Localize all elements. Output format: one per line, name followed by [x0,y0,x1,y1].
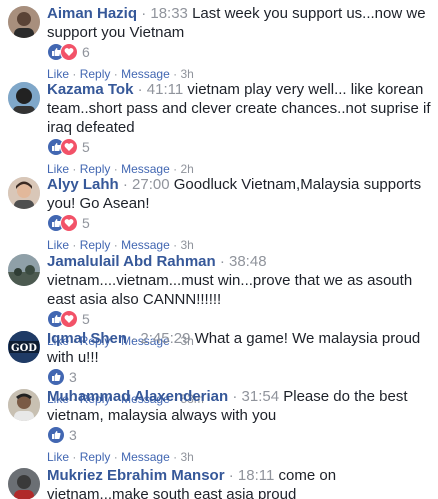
reactions[interactable]: 5 [47,213,432,233]
comment-time[interactable]: · 31:54 [232,388,279,405]
like-link[interactable]: Like [47,450,69,464]
reaction-count[interactable]: 5 [82,311,90,327]
comment-author[interactable]: Jamalulail Abd Rahman [47,253,216,270]
avatar[interactable] [8,389,40,421]
message-link[interactable]: Message [121,162,170,176]
comment-author[interactable]: Alyy Lahh [47,176,119,193]
reaction-count[interactable]: 3 [69,427,77,443]
message-link[interactable]: Message [121,238,170,252]
reactions[interactable]: 6 [47,42,432,62]
comment-time[interactable]: · 41:11 [138,81,184,98]
like-link[interactable]: Like [47,67,69,81]
timestamp[interactable]: 2:45:29 [140,330,190,347]
comment-author[interactable]: Muhammad Alaxenderian [47,388,228,405]
comment-author[interactable]: Mukriez Ebrahim Mansor [47,467,225,484]
timestamp[interactable]: 18:33 [150,5,188,22]
comment-age[interactable]: 3h [180,67,193,81]
reaction-count[interactable]: 5 [82,139,90,155]
comment-text: Jamalulail Abd Rahman · 38:48 vietnam...… [47,252,432,309]
timestamp[interactable]: 41:11 [147,81,183,98]
message-link[interactable]: Message [121,450,170,464]
comment-time[interactable]: · 18:33 [141,5,188,22]
love-reaction-icon [60,310,78,328]
reply-link[interactable]: Reply [80,238,111,252]
comment-author[interactable]: Kazama Tok [47,81,133,98]
comment-text: Kazama Tok · 41:11 vietnam play very wel… [47,80,432,137]
reactions[interactable]: 3 [47,367,432,387]
comment-time[interactable]: · 2:45:29 [131,330,190,347]
comment-author[interactable]: Iqmal Shen [47,330,127,347]
comment-text: Iqmal Shen · 2:45:29 What a game! We mal… [47,329,432,367]
like-link[interactable]: Like [47,162,69,176]
comment-list: Aiman Haziq · 18:33 Last week you suppor… [0,0,438,499]
reaction-count[interactable]: 5 [82,215,90,231]
like-link[interactable]: Like [47,238,69,252]
reactions[interactable]: 3 [47,425,432,445]
comment-age[interactable]: 2h [180,162,193,176]
comment-text: Alyy Lahh · 27:00 Goodluck Vietnam,Malay… [47,175,432,213]
reactions[interactable]: 5 [47,137,432,157]
comment-text: Muhammad Alaxenderian · 31:54 Please do … [47,387,432,425]
comment-actions: Like · Reply · Message · 3h [47,238,194,252]
comment-actions: Like · Reply · Message · 3h [47,450,194,464]
love-reaction-icon [60,138,78,156]
timestamp[interactable]: 18:11 [238,467,274,484]
avatar[interactable]: GOD [8,331,40,363]
comment-time[interactable]: · 18:11 [229,467,275,484]
love-reaction-icon [60,214,78,232]
reply-link[interactable]: Reply [80,67,111,81]
love-reaction-icon [60,43,78,61]
reaction-count[interactable]: 6 [82,44,90,60]
comment-text: Aiman Haziq · 18:33 Last week you suppor… [47,4,432,42]
comment-text: Mukriez Ebrahim Mansor · 18:11 come on v… [47,466,432,499]
avatar[interactable] [8,177,40,209]
avatar-label: GOD [11,343,37,354]
comment-body: vietnam....vietnam...must win...prove th… [47,272,413,308]
timestamp[interactable]: 27:00 [132,176,170,193]
timestamp[interactable]: 38:48 [229,253,267,270]
avatar[interactable] [8,82,40,114]
timestamp[interactable]: 31:54 [242,388,280,405]
reactions[interactable]: 5 [47,309,432,329]
reply-link[interactable]: Reply [80,450,111,464]
comment-age[interactable]: 3h [180,238,193,252]
message-link[interactable]: Message [121,67,170,81]
comment-time[interactable]: · 38:48 [220,253,267,270]
like-reaction-icon [47,426,65,444]
reply-link[interactable]: Reply [80,162,111,176]
comment-author[interactable]: Aiman Haziq [47,5,137,22]
comment-time[interactable]: · 27:00 [123,176,170,193]
like-reaction-icon [47,368,65,386]
avatar[interactable] [8,254,40,286]
avatar[interactable] [8,468,40,499]
comment-age[interactable]: 3h [180,450,193,464]
avatar[interactable] [8,6,40,38]
reaction-count[interactable]: 3 [69,369,77,385]
